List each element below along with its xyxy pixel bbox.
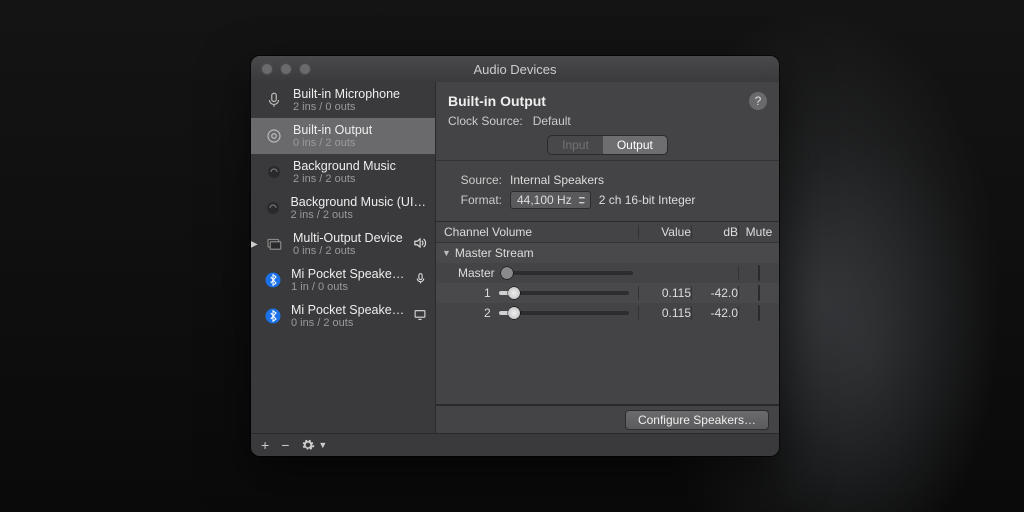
master-slider — [503, 271, 633, 275]
titlebar[interactable]: Audio Devices — [251, 56, 779, 83]
sidebar-toolbar: + − ▼ — [251, 433, 779, 456]
channel-row[interactable]: 2 0.115 -42.0 — [436, 303, 779, 323]
source-label: Source: — [448, 173, 502, 187]
output-tab[interactable]: Output — [603, 136, 667, 154]
traffic-lights — [261, 63, 311, 75]
disclosure-triangle-icon[interactable]: ▼ — [442, 248, 451, 258]
master-row[interactable]: Master — [436, 263, 779, 283]
mute-checkbox[interactable] — [758, 265, 760, 281]
format-description: 2 ch 16-bit Integer — [599, 193, 696, 207]
aggregate-icon — [263, 197, 282, 219]
window-title: Audio Devices — [473, 62, 556, 77]
device-name: Built-in Microphone — [293, 87, 400, 101]
device-name: Mi Pocket Speaker 2 2 — [291, 303, 405, 317]
col-mute[interactable]: Mute — [738, 225, 779, 239]
actions-menu[interactable]: ▼ — [301, 438, 327, 452]
add-device-button[interactable]: + — [261, 437, 269, 453]
channel-slider[interactable] — [499, 291, 629, 295]
device-sidebar: Built-in Microphone 2 ins / 0 outs Built… — [251, 82, 436, 434]
col-value[interactable]: Value — [638, 225, 691, 239]
channel-db: -42.0 — [691, 306, 738, 320]
device-row-bg-music-ui[interactable]: Background Music (UI So… 2 ins / 2 outs — [251, 190, 435, 226]
device-io: 1 in / 0 outs — [291, 281, 406, 293]
channel-value: 0.115 — [638, 306, 691, 320]
channel-volume-table: Channel Volume Value dB Mute ▼ Master Str… — [436, 221, 779, 405]
group-name: Master Stream — [455, 246, 534, 260]
col-db[interactable]: dB — [691, 225, 738, 239]
input-device-icon[interactable] — [414, 272, 427, 288]
zoom-button[interactable] — [299, 63, 311, 75]
device-io: 2 ins / 0 outs — [293, 101, 400, 113]
channel-value: 0.115 — [638, 286, 691, 300]
channel-label: 2 — [484, 306, 491, 320]
bluetooth-icon — [263, 269, 283, 291]
speaker-icon — [263, 125, 285, 147]
bluetooth-icon — [263, 305, 283, 327]
mute-checkbox[interactable] — [758, 305, 760, 321]
clock-source-value: Default — [533, 114, 571, 128]
device-name: Multi-Output Device — [293, 231, 403, 245]
device-name: Mi Pocket Speaker 2 1 — [291, 267, 406, 281]
master-label: Master — [458, 266, 495, 280]
input-tab[interactable]: Input — [548, 136, 603, 154]
device-detail-pane: Built-in Output ? Clock Source: Default … — [436, 82, 779, 434]
device-io: 2 ins / 2 outs — [293, 173, 396, 185]
device-io: 0 ins / 2 outs — [291, 317, 405, 329]
microphone-icon — [263, 89, 285, 111]
clock-source-label: Clock Source: — [448, 114, 523, 128]
group-row[interactable]: ▼ Master Stream — [436, 243, 779, 263]
io-tab-segmented: Input Output — [548, 136, 667, 154]
device-row-bg-music[interactable]: Background Music 2 ins / 2 outs — [251, 154, 435, 190]
device-io: 2 ins / 2 outs — [290, 209, 427, 221]
device-name: Background Music — [293, 159, 396, 173]
device-name: Background Music (UI So… — [290, 195, 427, 209]
channel-label: 1 — [484, 286, 491, 300]
sample-rate-popup[interactable]: 44,100 Hz — [510, 191, 591, 209]
close-button[interactable] — [261, 63, 273, 75]
configure-speakers-button[interactable]: Configure Speakers… — [625, 410, 769, 430]
device-row-mi-speaker-2[interactable]: Mi Pocket Speaker 2 2 0 ins / 2 outs — [251, 298, 435, 334]
device-name: Built-in Output — [293, 123, 372, 137]
audio-devices-window: Audio Devices Built-in Microphone 2 ins … — [251, 56, 779, 456]
playing-indicator-icon: ▶ — [251, 239, 258, 250]
device-row-builtin-output[interactable]: Built-in Output 0 ins / 2 outs — [251, 118, 435, 154]
device-row-builtin-mic[interactable]: Built-in Microphone 2 ins / 0 outs — [251, 82, 435, 118]
display-icon[interactable] — [413, 308, 427, 324]
source-value: Internal Speakers — [510, 173, 604, 187]
channel-db: -42.0 — [691, 286, 738, 300]
minimize-button[interactable] — [280, 63, 292, 75]
format-label: Format: — [448, 193, 502, 207]
device-row-mi-speaker-1[interactable]: Mi Pocket Speaker 2 1 1 in / 0 outs — [251, 262, 435, 298]
aggregate-icon — [263, 161, 285, 183]
channel-slider[interactable] — [499, 311, 629, 315]
channel-row[interactable]: 1 0.115 -42.0 — [436, 283, 779, 303]
device-row-multi-output[interactable]: ▶ Multi-Output Device 0 ins / 2 outs — [251, 226, 435, 262]
help-button[interactable]: ? — [749, 92, 767, 110]
remove-device-button[interactable]: − — [281, 437, 289, 453]
multi-output-icon — [263, 233, 285, 255]
gear-icon — [301, 438, 315, 452]
volume-icon[interactable] — [412, 236, 427, 253]
col-name[interactable]: Channel Volume — [436, 225, 638, 239]
device-io: 0 ins / 2 outs — [293, 137, 372, 149]
device-io: 0 ins / 2 outs — [293, 245, 403, 257]
chevron-down-icon: ▼ — [318, 440, 327, 450]
detail-title: Built-in Output — [448, 93, 546, 109]
mute-checkbox[interactable] — [758, 285, 760, 301]
